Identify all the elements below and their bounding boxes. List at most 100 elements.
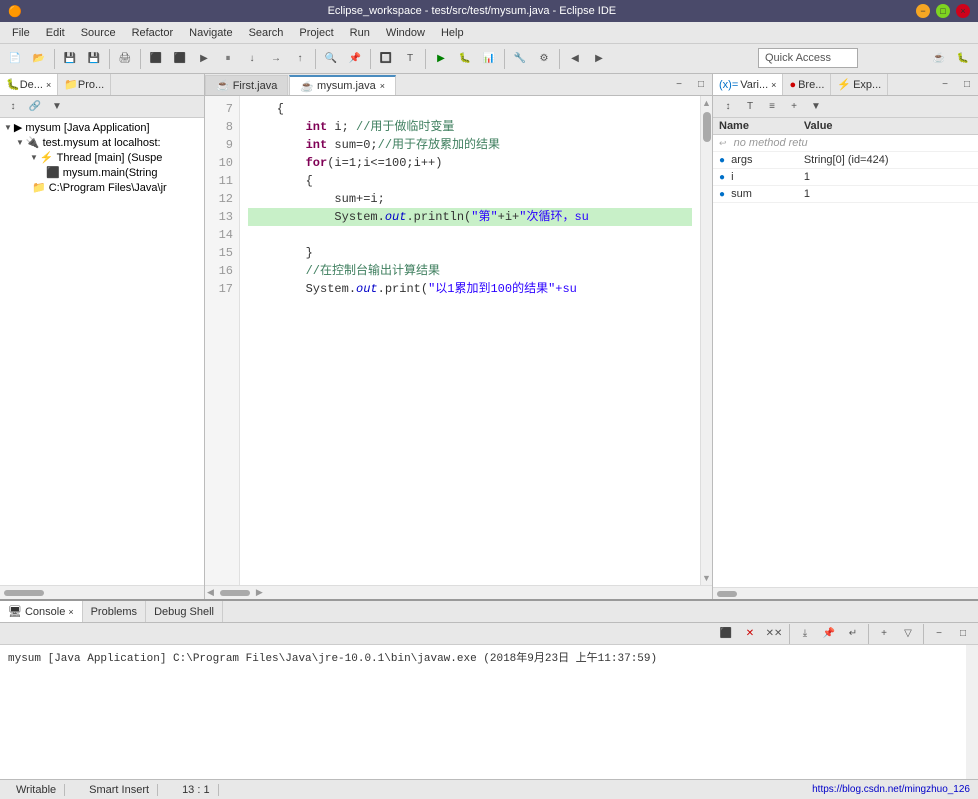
tree-item-mysum-app[interactable]: ▼ ▶ mysum [Java Application] (2, 120, 202, 135)
tb-sep8 (559, 49, 560, 69)
tb-open[interactable]: 📂 (28, 48, 50, 70)
ct-open-console[interactable]: ▽ (897, 623, 919, 645)
line-num-12: 12 (211, 190, 233, 208)
editor-tab-firstjava[interactable]: ☕ First.java (205, 75, 288, 95)
tb-new[interactable]: 📄 (4, 48, 26, 70)
right-max[interactable]: □ (956, 74, 978, 96)
menu-file[interactable]: File (4, 25, 38, 41)
vt-menu[interactable]: ▼ (805, 96, 827, 118)
ct-word-wrap[interactable]: ↵ (842, 623, 864, 645)
menu-project[interactable]: Project (291, 25, 341, 41)
lp-menu[interactable]: ▼ (46, 96, 68, 118)
editor-max[interactable]: □ (690, 73, 712, 95)
menu-window[interactable]: Window (378, 25, 433, 41)
editor-tab-close-2[interactable]: × (380, 81, 385, 91)
left-panel-hscroll[interactable] (0, 585, 204, 599)
tb-run-stop[interactable]: ⬛ (169, 48, 191, 70)
tree-item-jre[interactable]: 📁 C:\Program Files\Java\jr (2, 180, 202, 195)
tb-step-over[interactable]: → (265, 48, 287, 70)
debug-tab[interactable]: 🐛 De... × (0, 74, 58, 95)
ct-pin[interactable]: 📌 (818, 623, 840, 645)
tb-run-app[interactable]: ▶ (430, 48, 452, 70)
tb-markers[interactable]: 📌 (344, 48, 366, 70)
editor-vscrollbar[interactable]: ▲ ▼ (700, 96, 712, 585)
expressions-tab[interactable]: ⚡ Exp... (831, 74, 888, 95)
project-tab[interactable]: 📁 Pro... (58, 74, 111, 95)
vt-layout[interactable]: ≡ (761, 96, 783, 118)
variables-tab[interactable]: (x)= Vari... × (713, 74, 783, 95)
scroll-down-arrow[interactable]: ▼ (702, 573, 711, 583)
vt-collapse[interactable]: ↕ (717, 96, 739, 118)
console-output[interactable]: mysum [Java Application] C:\Program File… (0, 645, 978, 779)
menu-refactor[interactable]: Refactor (124, 25, 182, 41)
tb-persp2[interactable]: 🐛 (952, 48, 974, 70)
ct-remove[interactable]: ✕ (739, 623, 761, 645)
tb-open-type[interactable]: T (399, 48, 421, 70)
ct-sep2 (868, 624, 869, 644)
tb-persp1[interactable]: ☕ (928, 48, 950, 70)
breakpoints-tab[interactable]: ● Bre... (783, 74, 831, 95)
tb-perspective[interactable]: 🔲 (375, 48, 397, 70)
tb-pause[interactable]: ⏸ (217, 48, 239, 70)
lp-collapse[interactable]: ↕ (2, 96, 24, 118)
console-vscroll[interactable] (966, 645, 978, 779)
var-row-i[interactable]: ● i 1 (713, 169, 978, 186)
tree-item-thread-main[interactable]: ▼ ⚡ Thread [main] (Suspe (2, 150, 202, 165)
menu-run[interactable]: Run (342, 25, 378, 41)
tree-item-mysum-main[interactable]: ⬛ mysum.main(String (2, 165, 202, 180)
editor-min[interactable]: − (668, 73, 690, 95)
menu-search[interactable]: Search (241, 25, 292, 41)
console-text: mysum [Java Application] C:\Program File… (8, 653, 657, 665)
var-row-sum[interactable]: ● sum 1 (713, 186, 978, 203)
vt-show-type[interactable]: T (739, 96, 761, 118)
quick-access-input[interactable]: Quick Access (758, 48, 858, 68)
code-area[interactable]: { int i; //用于做临时变量 int sum=0;//用于存放累加的结果… (240, 96, 700, 585)
ct-terminate[interactable]: ⬛ (715, 623, 737, 645)
ct-new-console[interactable]: + (873, 623, 895, 645)
tb-nav-fwd[interactable]: ▶ (588, 48, 610, 70)
scroll-up-arrow[interactable]: ▲ (702, 98, 711, 108)
menu-edit[interactable]: Edit (38, 25, 73, 41)
tb-step-into[interactable]: ↓ (241, 48, 263, 70)
ct-remove-all[interactable]: ✕✕ (763, 623, 785, 645)
menu-navigate[interactable]: Navigate (181, 25, 240, 41)
hscroll-left[interactable]: ◀ (205, 587, 216, 598)
tb-coverage[interactable]: 📊 (478, 48, 500, 70)
tb-debug[interactable]: ⬛ (145, 48, 167, 70)
close-button[interactable]: × (956, 4, 970, 18)
minimize-button[interactable]: − (916, 4, 930, 18)
tree-item-test-mysum[interactable]: ▼ 🔌 test.mysum at localhost: (2, 135, 202, 150)
tb-ext2[interactable]: ⚙ (533, 48, 555, 70)
tb-resume[interactable]: ▶ (193, 48, 215, 70)
debug-tab-close[interactable]: × (46, 80, 51, 90)
editor-tab-mysum[interactable]: ☕ mysum.java × (289, 75, 396, 95)
editor-hscroll[interactable]: ◀ ▶ (205, 585, 712, 599)
right-min[interactable]: − (934, 74, 956, 96)
ct-scroll[interactable]: ⤓ (794, 623, 816, 645)
code-line-16: //在控制台输出计算结果 (248, 262, 692, 280)
tb-print[interactable]: 🖨 (114, 48, 136, 70)
eclipse-icon: 🟠 (8, 5, 22, 18)
line-num-15: 15 (211, 244, 233, 262)
ct-min[interactable]: − (928, 623, 950, 645)
tb-save[interactable]: 💾 (59, 48, 81, 70)
console-tab-close[interactable]: × (68, 607, 73, 617)
tb-search[interactable]: 🔍 (320, 48, 342, 70)
menu-source[interactable]: Source (73, 25, 124, 41)
maximize-button[interactable]: □ (936, 4, 950, 18)
lp-connect[interactable]: 🔗 (24, 96, 46, 118)
tb-debug-app[interactable]: 🐛 (454, 48, 476, 70)
tb-step-return[interactable]: ↑ (289, 48, 311, 70)
right-hscroll[interactable] (713, 587, 978, 599)
vt-new-var[interactable]: + (783, 96, 805, 118)
ct-max[interactable]: □ (952, 623, 974, 645)
menu-help[interactable]: Help (433, 25, 472, 41)
tb-nav-back[interactable]: ◀ (564, 48, 586, 70)
tree-label-1: mysum [Java Application] (25, 122, 149, 134)
var-row-args[interactable]: ● args String[0] (id=424) (713, 152, 978, 169)
hscroll-right[interactable]: ▶ (254, 587, 265, 598)
tb-save-all[interactable]: 💾 (83, 48, 105, 70)
scrollbar-thumb[interactable] (703, 112, 711, 142)
tb-ext1[interactable]: 🔧 (509, 48, 531, 70)
variables-tab-close[interactable]: × (771, 80, 776, 90)
